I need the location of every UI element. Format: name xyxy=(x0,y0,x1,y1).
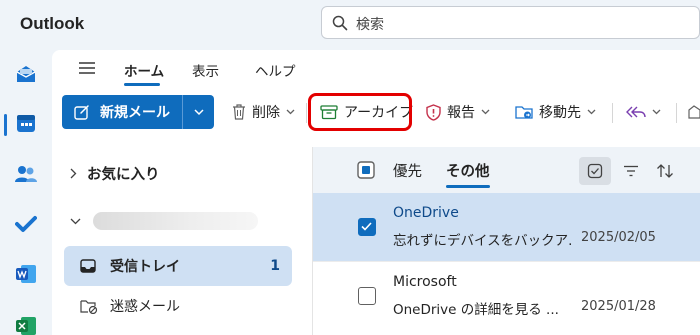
message-date: 2025/01/28 xyxy=(581,299,656,314)
folder-junk[interactable]: 迷惑メール xyxy=(64,286,292,326)
rail-word[interactable] xyxy=(0,256,52,292)
more-ribbon-button[interactable] xyxy=(688,95,700,129)
message-subject: OneDrive の詳細を見る ... xyxy=(393,302,559,318)
unread-count: 1 xyxy=(270,258,280,274)
ribbon-separator xyxy=(676,103,677,123)
message-sender: Microsoft xyxy=(393,274,457,290)
filter-button[interactable] xyxy=(615,157,647,185)
word-app-icon xyxy=(16,265,36,283)
rail-excel[interactable] xyxy=(0,308,52,335)
search-box[interactable]: 検索 xyxy=(321,6,700,39)
new-mail-dropdown[interactable] xyxy=(183,95,214,129)
favorites-label: お気に入り xyxy=(87,167,160,183)
chevron-down-icon xyxy=(481,109,490,115)
rail-calendar[interactable] xyxy=(0,105,52,141)
selection-mode-button[interactable] xyxy=(579,157,611,185)
account-header[interactable] xyxy=(70,212,258,230)
tab-home[interactable]: ホーム xyxy=(124,60,164,80)
chevron-down-icon xyxy=(286,109,295,115)
filter-icon xyxy=(624,165,638,177)
message-date: 2025/02/05 xyxy=(581,230,656,245)
chevron-right-icon xyxy=(70,168,77,179)
new-mail-label: 新規メール xyxy=(100,105,170,121)
message-checkbox[interactable] xyxy=(358,218,376,236)
tab-focused[interactable]: 優先 xyxy=(393,160,422,181)
calendar-app-icon xyxy=(17,115,35,132)
mail-app-icon xyxy=(16,66,36,82)
ribbon-separator xyxy=(306,103,307,123)
chevron-down-icon xyxy=(652,109,661,115)
checkmark-icon xyxy=(361,222,372,231)
excel-app-icon xyxy=(16,317,36,335)
multi-select-icon xyxy=(587,163,603,179)
delete-label: 削除 xyxy=(252,105,280,121)
folder-name: 迷惑メール xyxy=(110,299,180,315)
rail-mail[interactable] xyxy=(0,56,52,92)
message-checkbox[interactable] xyxy=(358,287,376,305)
tab-help[interactable]: ヘルプ xyxy=(255,60,296,80)
archive-highlight-box xyxy=(308,93,412,131)
chevron-down-icon xyxy=(587,109,596,115)
reply-all-button[interactable] xyxy=(626,95,661,129)
rail-todo[interactable] xyxy=(0,206,52,242)
tab-home-underline xyxy=(124,83,160,86)
todo-app-icon xyxy=(15,216,37,232)
tab-other[interactable]: その他 xyxy=(446,160,490,181)
ribbon: 新規メール 削除 アーカイブ 報告 移動先 xyxy=(52,92,700,132)
message-row[interactable]: Microsoft OneDrive の詳細を見る ... 2025/01/28 xyxy=(313,262,700,330)
app-title: Outlook xyxy=(20,14,85,33)
move-to-button[interactable]: 移動先 xyxy=(515,95,596,129)
trash-icon xyxy=(233,104,245,120)
sort-icon xyxy=(657,164,673,178)
new-mail-button[interactable]: 新規メール xyxy=(62,95,214,129)
move-to-label: 移動先 xyxy=(539,105,581,121)
search-placeholder: 検索 xyxy=(356,17,384,33)
inbox-icon xyxy=(80,259,98,273)
select-all-checkbox[interactable] xyxy=(357,161,375,179)
rail-people[interactable] xyxy=(0,156,52,192)
message-row[interactable]: OneDrive 忘れずにデバイスをバックア... 2025/02/05 xyxy=(313,193,700,261)
report-button[interactable]: 報告 xyxy=(426,95,490,129)
chevron-down-icon xyxy=(70,218,81,224)
tab-view[interactable]: 表示 xyxy=(192,60,219,80)
message-sender: OneDrive xyxy=(393,205,459,221)
junk-folder-icon xyxy=(80,298,98,314)
favorites-header[interactable]: お気に入り xyxy=(70,163,160,184)
new-mail-main[interactable]: 新規メール xyxy=(62,95,183,129)
main-panel: ホーム 表示 ヘルプ 新規メール 削除 アーカイブ 報告 移動先 お気に入り 受… xyxy=(52,50,700,335)
message-subject: 忘れずにデバイスをバックア... xyxy=(393,233,573,249)
shield-warning-icon xyxy=(426,103,441,121)
sort-button[interactable] xyxy=(649,157,681,185)
envelope-icon xyxy=(688,105,700,119)
ribbon-separator xyxy=(612,103,613,123)
folder-name: 受信トレイ xyxy=(110,259,180,275)
people-app-icon xyxy=(15,166,37,182)
tab-other-underline xyxy=(446,185,490,188)
message-list: 優先 その他 OneDrive 忘れずにデバイスをバックア... 2025/02… xyxy=(312,147,700,335)
reply-all-icon xyxy=(626,106,646,118)
delete-button[interactable]: 削除 xyxy=(232,95,295,129)
folder-inbox[interactable]: 受信トレイ 1 xyxy=(64,246,292,286)
account-name-redacted xyxy=(93,212,258,230)
hamburger-menu-icon[interactable] xyxy=(78,60,96,76)
report-label: 報告 xyxy=(447,105,475,121)
chevron-down-icon xyxy=(193,108,204,115)
search-icon xyxy=(332,15,348,31)
message-list-header: 優先 その他 xyxy=(313,147,700,193)
app-rail xyxy=(0,50,52,335)
compose-icon xyxy=(74,105,89,120)
folder-move-icon xyxy=(515,106,533,119)
